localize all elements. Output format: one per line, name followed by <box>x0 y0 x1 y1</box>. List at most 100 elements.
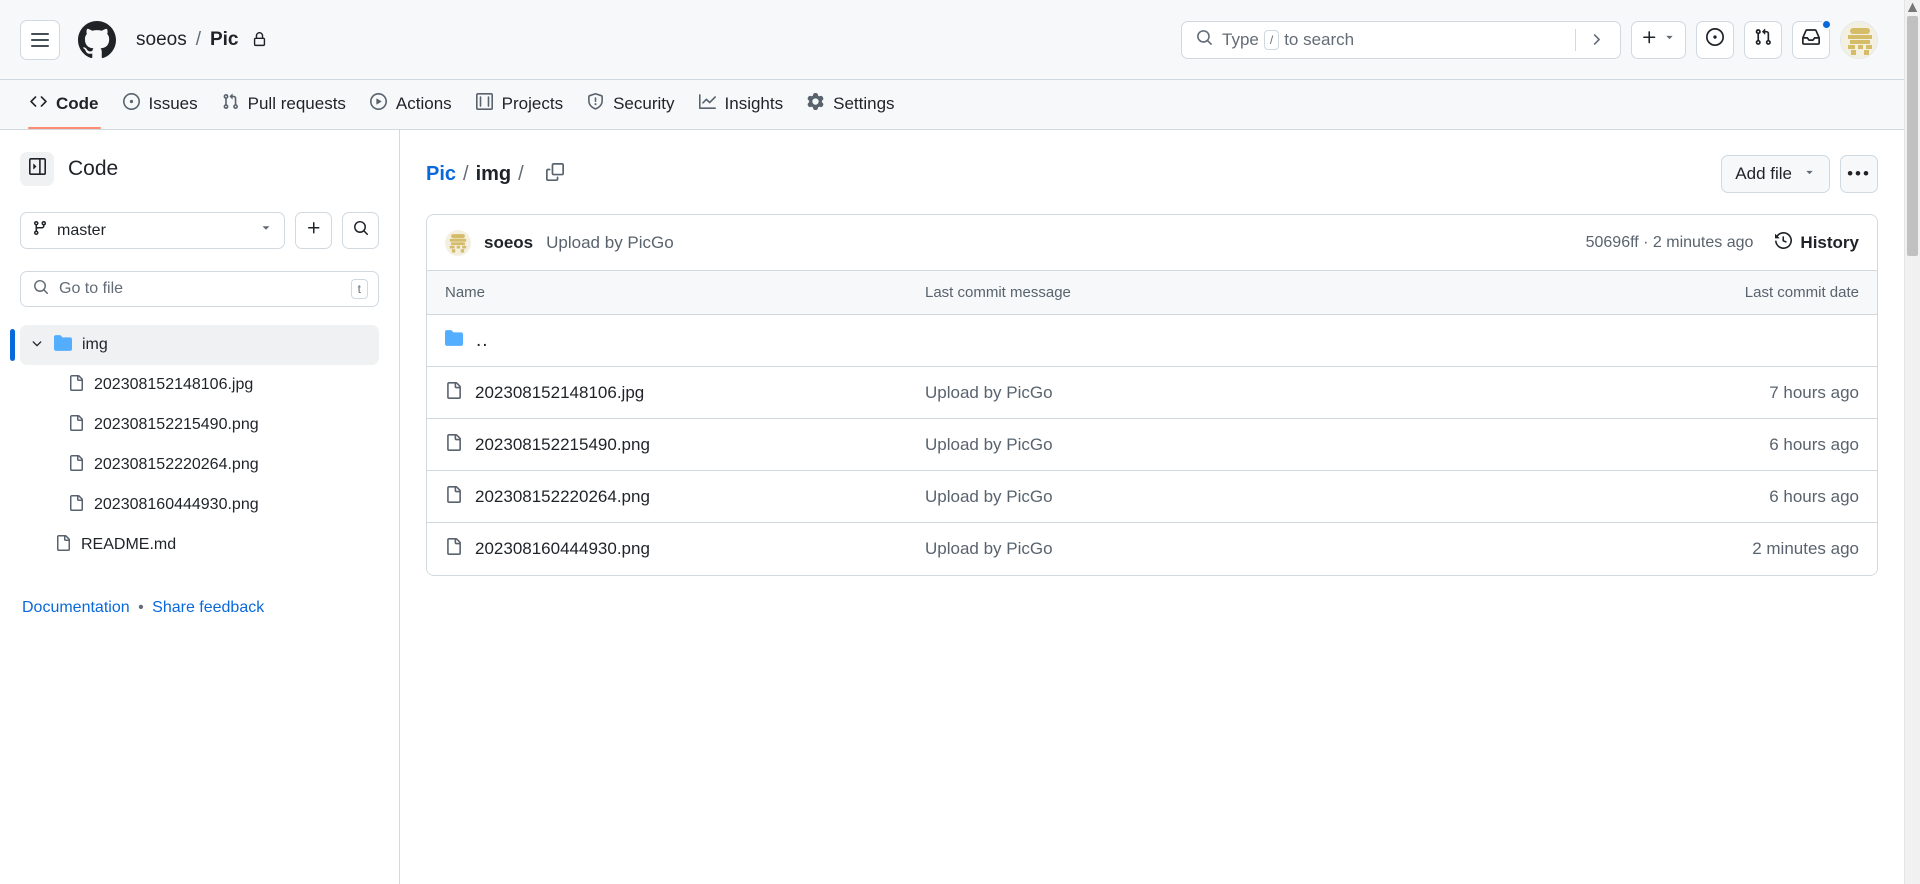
tree-item-file[interactable]: 202308152148106.jpg <box>20 365 379 405</box>
table-row-parent-directory[interactable]: .. <box>427 315 1877 367</box>
tab-pull-requests[interactable]: Pull requests <box>212 80 356 129</box>
tree-item-file[interactable]: 202308152220264.png <box>20 445 379 485</box>
search-slash-key-badge: / <box>1263 29 1280 50</box>
add-file-sidebar-button[interactable] <box>295 212 332 249</box>
tab-security-label: Security <box>613 93 675 113</box>
add-file-button[interactable]: Add file <box>1721 155 1830 193</box>
commit-author-avatar[interactable] <box>445 229 471 256</box>
file-icon <box>68 454 84 476</box>
row-commit-date: 7 hours ago <box>1769 382 1859 402</box>
table-icon <box>475 92 493 115</box>
parent-directory-link[interactable]: .. <box>476 330 489 352</box>
scrollbar-thumb[interactable] <box>1907 16 1918 256</box>
tab-actions[interactable]: Actions <box>360 80 462 129</box>
row-commit-message[interactable]: Upload by PicGo <box>925 435 1053 454</box>
row-commit-message[interactable]: Upload by PicGo <box>925 383 1053 402</box>
row-commit-date: 6 hours ago <box>1769 486 1859 506</box>
file-name-link[interactable]: 202308152215490.png <box>475 435 650 455</box>
notifications-button[interactable] <box>1792 18 1832 59</box>
copy-path-button[interactable] <box>540 159 570 189</box>
header-repo-link[interactable]: Pic <box>210 29 239 51</box>
go-to-file-input[interactable]: Go to file t <box>20 271 379 307</box>
commit-author-link[interactable]: soeos <box>484 233 533 253</box>
create-new-button[interactable] <box>1631 20 1686 59</box>
table-row[interactable]: 202308152215490.png Upload by PicGo 6 ho… <box>427 419 1877 471</box>
row-commit-message[interactable]: Upload by PicGo <box>925 539 1053 558</box>
plus-icon <box>306 220 322 241</box>
file-icon <box>55 534 71 556</box>
chevron-right-icon[interactable] <box>1585 31 1610 48</box>
git-pull-request-icon <box>1754 28 1772 51</box>
tree-item-file[interactable]: 202308152215490.png <box>20 405 379 445</box>
search-files-button[interactable] <box>342 212 379 249</box>
hamburger-icon <box>31 38 49 41</box>
tab-security[interactable]: Security <box>577 80 684 129</box>
folder-icon <box>54 334 72 357</box>
tab-insights[interactable]: Insights <box>689 80 794 129</box>
tab-projects[interactable]: Projects <box>466 80 573 129</box>
footer-bullet: • <box>138 599 144 616</box>
global-header: soeos / Pic Type / to search <box>0 0 1904 80</box>
copy-path-icon <box>545 162 564 186</box>
history-button[interactable]: History <box>1775 231 1859 254</box>
repository-nav-tabs: Code Issues Pull requests Actions Projec… <box>0 80 1904 130</box>
tree-item-img-folder[interactable]: img <box>10 325 379 365</box>
documentation-link[interactable]: Documentation <box>22 599 130 616</box>
global-search-input[interactable]: Type / to search <box>1181 20 1621 59</box>
tab-actions-label: Actions <box>395 93 452 113</box>
file-name-link[interactable]: 202308152148106.jpg <box>475 383 644 403</box>
header-owner-link[interactable]: soeos <box>136 29 187 51</box>
collapse-sidebar-button[interactable] <box>20 152 54 186</box>
breadcrumb-root-link[interactable]: Pic <box>426 163 456 186</box>
tab-issues[interactable]: Issues <box>113 80 208 129</box>
column-header-name: Name <box>445 284 486 301</box>
file-name-link[interactable]: 202308152220264.png <box>475 487 650 507</box>
tree-item-label: 202308152215490.png <box>94 416 259 433</box>
sidebar-collapse-icon <box>28 158 46 180</box>
code-sidebar: Code master Go to file t img 20230815214… <box>0 130 400 884</box>
page-scrollbar[interactable]: ▲ <box>1904 0 1920 884</box>
tree-item-readme[interactable]: README.md <box>20 525 379 565</box>
commit-hash-and-time[interactable]: 50696ff · 2 minutes ago <box>1586 234 1754 252</box>
table-row[interactable]: 202308160444930.png Upload by PicGo 2 mi… <box>427 523 1877 575</box>
more-options-button[interactable]: ••• <box>1840 155 1878 193</box>
file-icon <box>445 433 462 456</box>
table-row[interactable]: 202308152148106.jpg Upload by PicGo 7 ho… <box>427 367 1877 419</box>
main-toolbar: Pic / img / Add file ••• <box>426 152 1878 196</box>
chevron-down-icon[interactable] <box>30 336 44 355</box>
commit-meta: 50696ff · 2 minutes ago History <box>1586 231 1859 254</box>
github-logo-link[interactable] <box>78 20 116 59</box>
search-placeholder: Type / to search <box>1222 29 1355 50</box>
history-label: History <box>1800 232 1859 252</box>
tree-item-label: 202308152220264.png <box>94 456 259 473</box>
hamburger-menu-button[interactable] <box>20 19 60 60</box>
shield-icon <box>587 92 604 115</box>
user-avatar <box>445 229 471 256</box>
commit-message-link[interactable]: Upload by PicGo <box>546 233 674 253</box>
tree-item-file[interactable]: 202308160444930.png <box>20 485 379 525</box>
share-feedback-link[interactable]: Share feedback <box>152 599 264 616</box>
user-avatar-button[interactable] <box>1840 20 1878 59</box>
notification-badge-dot <box>1821 18 1832 30</box>
table-row[interactable]: 202308152220264.png Upload by PicGo 6 ho… <box>427 471 1877 523</box>
folder-icon <box>445 329 463 352</box>
tab-settings-label: Settings <box>833 93 895 113</box>
pull-requests-button[interactable] <box>1744 20 1782 59</box>
issue-opened-icon <box>1706 28 1724 51</box>
tab-pull-requests-label: Pull requests <box>247 93 346 113</box>
tab-code[interactable]: Code <box>20 80 109 129</box>
search-divider <box>1575 28 1576 51</box>
column-header-message: Last commit message <box>925 284 1071 301</box>
header-right-actions: Type / to search <box>1181 18 1878 59</box>
tab-code-label: Code <box>56 93 99 113</box>
breadcrumb-current: img <box>475 162 512 185</box>
tab-settings[interactable]: Settings <box>797 80 904 129</box>
issues-button[interactable] <box>1696 20 1734 59</box>
row-commit-date: 6 hours ago <box>1769 434 1859 454</box>
row-commit-message[interactable]: Upload by PicGo <box>925 487 1053 506</box>
file-name-link[interactable]: 202308160444930.png <box>475 539 650 559</box>
tree-item-label: 202308152148106.jpg <box>94 376 254 393</box>
breadcrumb-separator: / <box>518 162 524 185</box>
branch-selector[interactable]: master <box>20 212 285 249</box>
scrollbar-up-arrow[interactable]: ▲ <box>1905 0 1920 16</box>
